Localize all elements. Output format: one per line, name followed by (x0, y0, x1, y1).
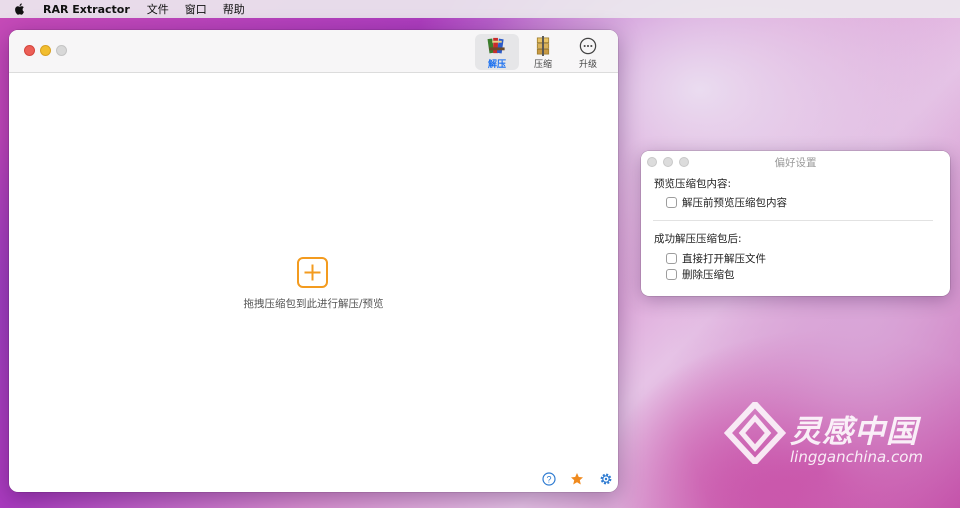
preview-before-extract-checkbox[interactable] (666, 197, 677, 208)
app-name-menu[interactable]: RAR Extractor (43, 3, 130, 16)
title-bar: 解压 压缩 升级 (9, 30, 618, 73)
preview-before-extract-label: 解压前预览压缩包内容 (682, 197, 787, 209)
star-icon[interactable] (570, 472, 584, 486)
delete-archive-checkbox[interactable] (666, 269, 677, 280)
preview-section-heading: 预览压缩包内容: (654, 178, 732, 190)
watermark-en-text: lingganchina.com (790, 448, 924, 466)
more-options-icon (579, 37, 597, 55)
gear-icon[interactable] (599, 472, 613, 486)
menu-help[interactable]: 帮助 (223, 1, 245, 17)
toolbar-upgrade-button[interactable]: 升级 (566, 34, 610, 70)
preview-before-extract-option[interactable]: 解压前预览压缩包内容 (666, 195, 787, 210)
toolbar-extract-label: 解压 (487, 60, 506, 70)
watermark-cn-text: 灵感中国 (790, 414, 918, 450)
menu-file[interactable]: 文件 (147, 1, 169, 17)
open-extracted-option[interactable]: 直接打开解压文件 (666, 251, 766, 266)
apple-logo-icon[interactable] (13, 2, 27, 16)
preferences-title: 偏好设置 (774, 157, 817, 169)
preferences-title-bar: 偏好设置 (641, 151, 950, 172)
delete-archive-option[interactable]: 删除压缩包 (666, 267, 735, 282)
watermark: 灵感中国 lingganchina.com (724, 402, 944, 472)
compress-vise-icon (536, 36, 550, 56)
menu-bar: RAR Extractor 文件 窗口 帮助 (0, 0, 960, 18)
toolbar-upgrade-label: 升级 (578, 60, 597, 70)
section-divider (653, 220, 933, 221)
main-window: 解压 压缩 升级 拖拽压缩包到此进行解压/预览 ? (9, 30, 618, 492)
close-window-button[interactable] (24, 45, 35, 56)
toolbar-extract-button[interactable]: 解压 (475, 34, 519, 70)
open-extracted-checkbox[interactable] (666, 253, 677, 264)
svg-text:?: ? (546, 474, 551, 484)
drop-hint-text: 拖拽压缩包到此进行解压/预览 (243, 298, 384, 310)
delete-archive-label: 删除压缩包 (682, 269, 735, 281)
help-icon[interactable]: ? (542, 472, 556, 486)
zoom-window-button[interactable] (56, 45, 67, 56)
menu-window[interactable]: 窗口 (185, 1, 207, 17)
preferences-window: 偏好设置 预览压缩包内容: 解压前预览压缩包内容 成功解压压缩包后: 直接打开解… (641, 151, 950, 296)
toolbar-compress-label: 压缩 (533, 60, 552, 70)
archive-books-icon (487, 37, 505, 54)
minimize-window-button[interactable] (40, 45, 51, 56)
plus-icon (304, 264, 321, 281)
drop-zone[interactable]: 拖拽压缩包到此进行解压/预览 ? (9, 74, 618, 492)
watermark-logo-icon (724, 402, 786, 464)
after-extract-section-heading: 成功解压压缩包后: (654, 233, 742, 245)
toolbar-compress-button[interactable]: 压缩 (521, 34, 565, 70)
open-extracted-label: 直接打开解压文件 (682, 253, 766, 265)
add-archive-button[interactable] (297, 257, 328, 288)
